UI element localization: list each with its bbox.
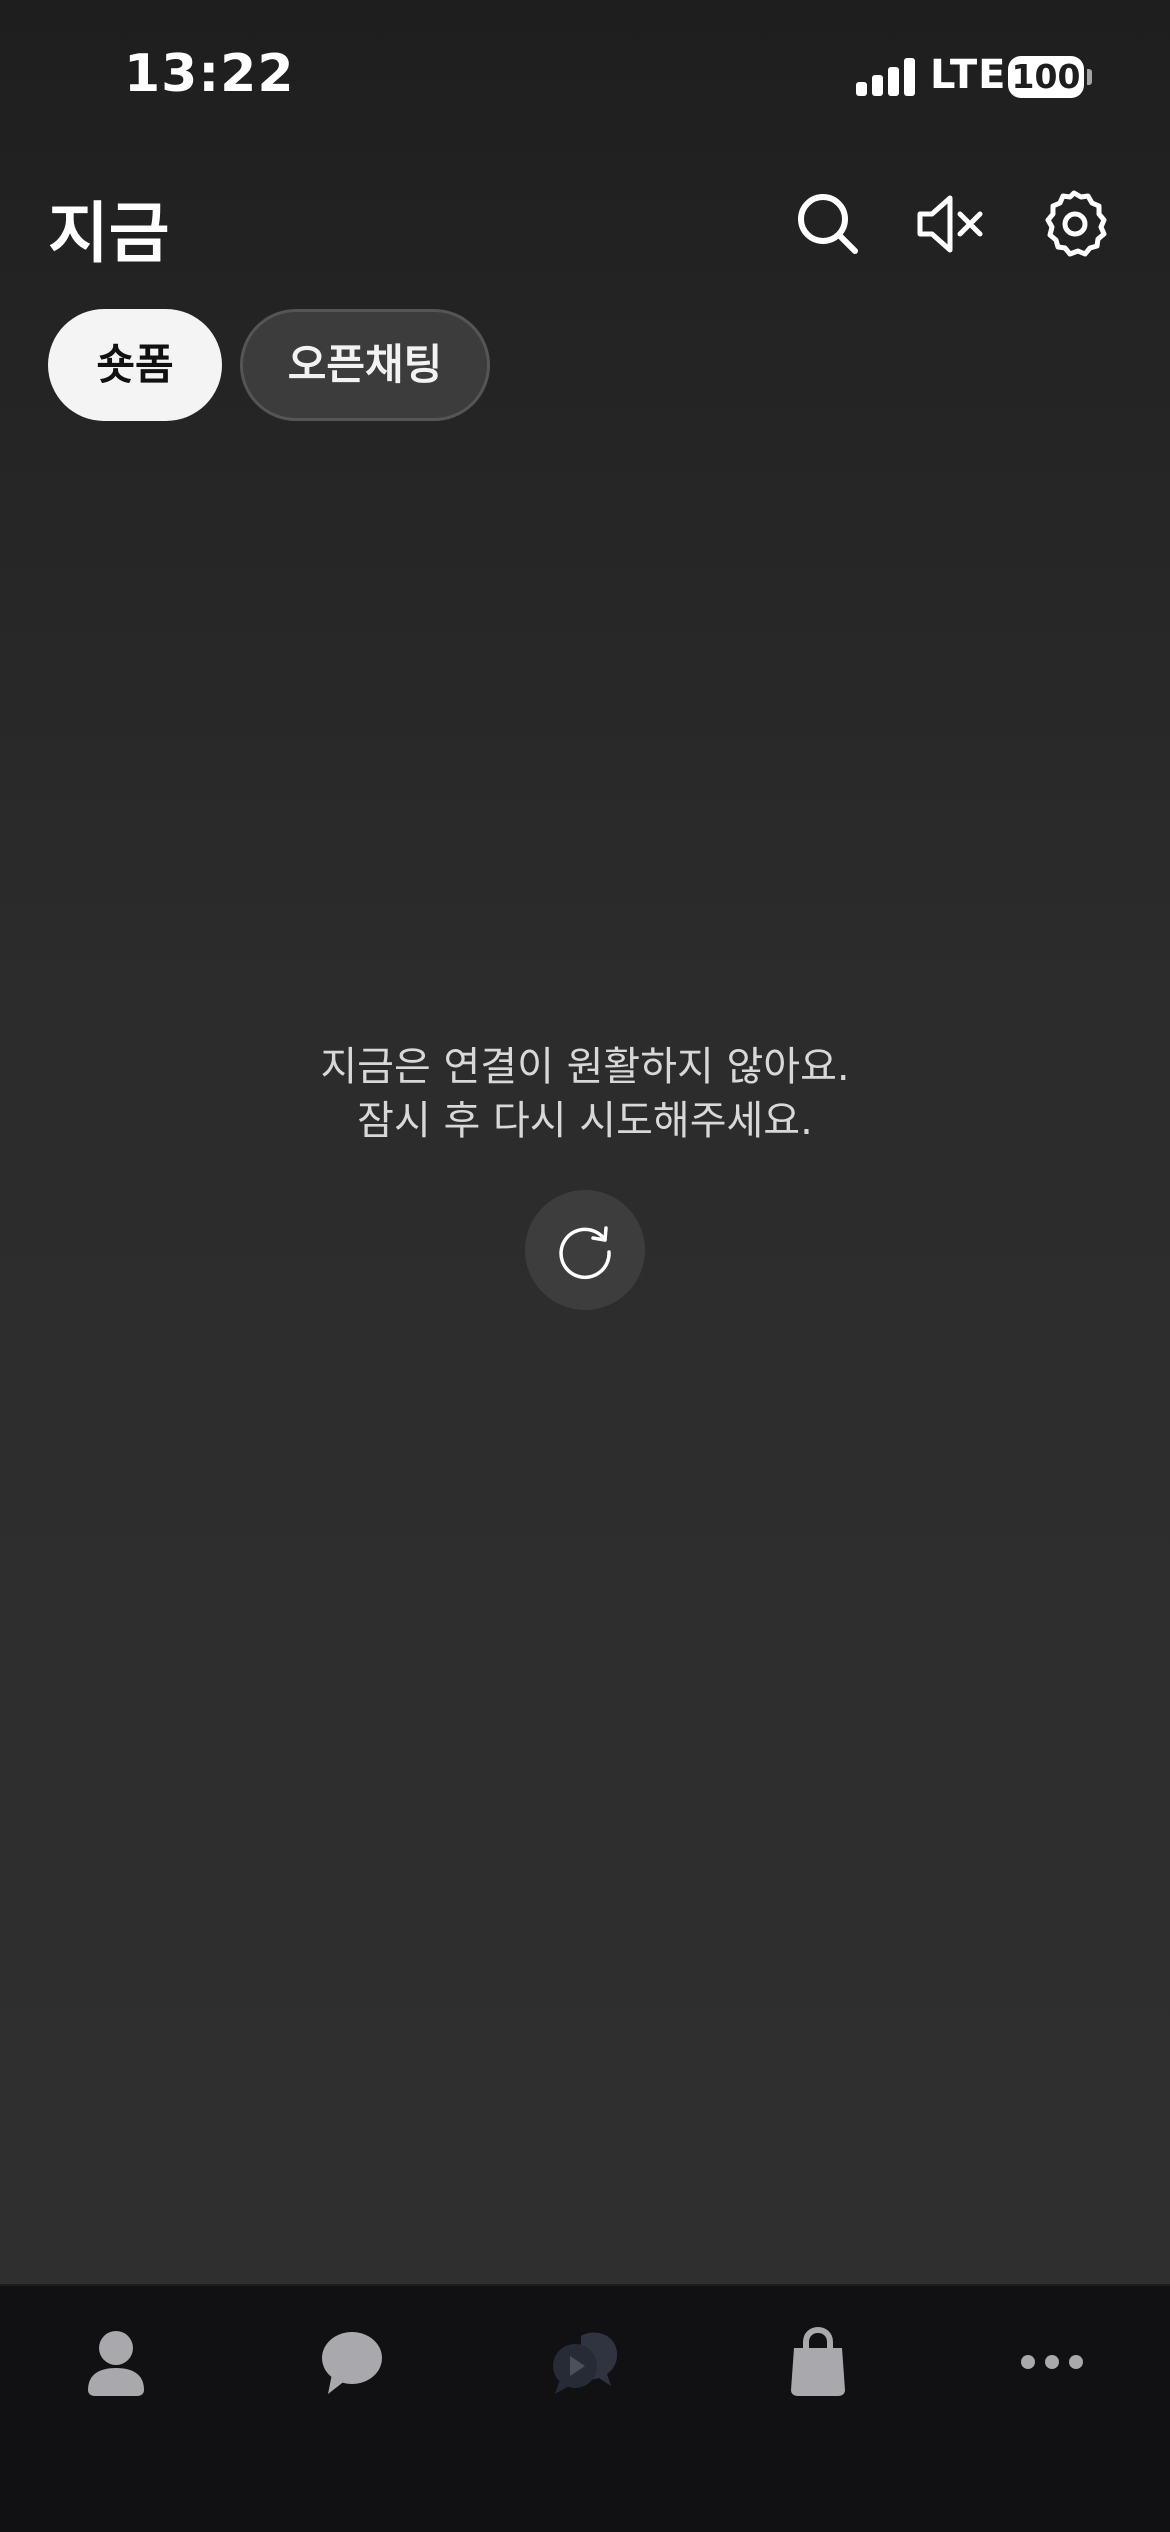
error-line-1: 지금은 연결이 원활하지 않아요. <box>320 1044 850 1090</box>
refresh-icon <box>559 1226 611 1280</box>
status-bar: 13:22 LTE 100 <box>0 0 1170 150</box>
tab-shortform[interactable]: 숏폼 <box>48 309 222 421</box>
bottom-nav <box>0 2284 1170 2532</box>
error-line-2: 잠시 후 다시 시도해주세요. <box>357 1098 813 1144</box>
friends-icon[interactable] <box>76 2322 156 2402</box>
page-title: 지금 <box>48 195 170 272</box>
settings-icon[interactable] <box>1038 188 1110 260</box>
shopping-icon[interactable] <box>778 2322 858 2402</box>
now-screen: 13:22 LTE 100 지금 숏폼 오픈채팅 지금은 연결이 원활하지 않아… <box>0 0 1170 2532</box>
search-icon[interactable] <box>792 188 864 260</box>
more-icon[interactable] <box>1012 2322 1092 2402</box>
tab-openchat[interactable]: 오픈채팅 <box>240 309 490 421</box>
chats-icon[interactable] <box>312 2322 392 2402</box>
network-label: LTE <box>930 52 1007 98</box>
mute-icon[interactable] <box>914 188 986 260</box>
status-time: 13:22 <box>124 44 295 104</box>
battery-tip <box>1087 69 1092 85</box>
retry-button[interactable] <box>525 1190 645 1310</box>
now-icon[interactable] <box>545 2322 625 2402</box>
battery-level: 100 <box>1011 57 1081 96</box>
connection-error-message: 지금은 연결이 원활하지 않아요. 잠시 후 다시 시도해주세요. <box>0 1040 1170 1148</box>
battery-icon: 100 <box>1008 56 1084 98</box>
signal-icon <box>856 58 916 96</box>
